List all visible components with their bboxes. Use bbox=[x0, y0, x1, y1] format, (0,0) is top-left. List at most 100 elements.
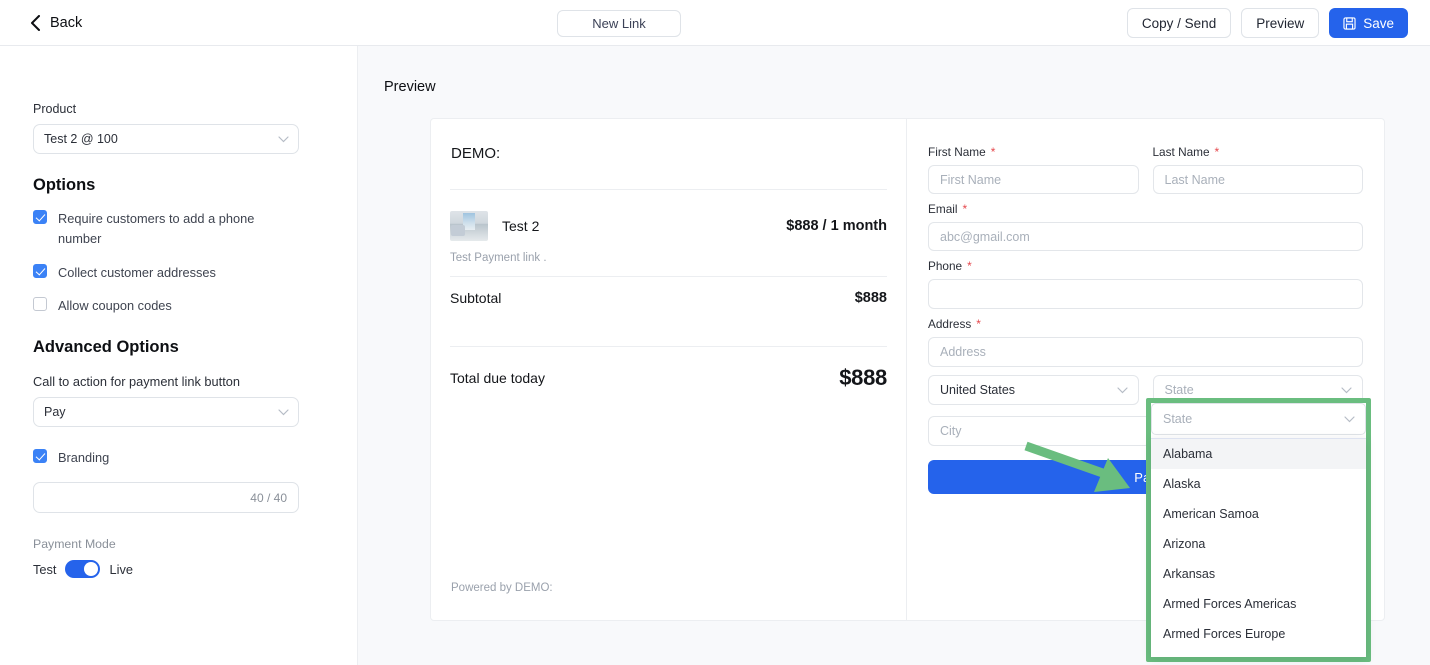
cta-select[interactable]: Pay bbox=[33, 397, 299, 428]
phone-input[interactable] bbox=[928, 279, 1363, 309]
first-name-placeholder: First Name bbox=[940, 172, 1002, 187]
powered-by-text: Powered by DEMO: bbox=[451, 582, 553, 594]
email-label: Email bbox=[928, 202, 958, 216]
top-toolbar-actions: Copy / Send Preview Save bbox=[1126, 8, 1408, 38]
state-option-armed-forces-americas[interactable]: Armed Forces Americas bbox=[1151, 589, 1366, 619]
last-name-input[interactable]: Last Name bbox=[1152, 165, 1363, 194]
option-require-phone[interactable]: Require customers to add a phone number bbox=[33, 209, 324, 249]
save-disk-icon bbox=[1343, 16, 1356, 30]
state-option-arizona[interactable]: Arizona bbox=[1151, 529, 1366, 559]
required-asterisk-icon: * bbox=[976, 317, 981, 331]
merchant-heading: DEMO: bbox=[451, 145, 501, 162]
settings-sidebar: Product Test 2 @ 100 Options Require cus… bbox=[0, 46, 358, 665]
options-section-title: Options bbox=[33, 176, 96, 194]
state-options-menu[interactable]: Alabama Alaska American Samoa Arizona Ar… bbox=[1151, 438, 1366, 657]
back-button[interactable]: Back bbox=[30, 14, 83, 31]
name-row: First Name * First Name Last Name * Last… bbox=[928, 145, 1363, 202]
total-row: Total due today $888 bbox=[450, 347, 887, 391]
state-option-american-samoa[interactable]: American Samoa bbox=[1151, 499, 1366, 529]
product-thumbnail-image bbox=[450, 211, 488, 241]
chevron-down-icon bbox=[1341, 387, 1352, 394]
state-option-alaska[interactable]: Alaska bbox=[1151, 469, 1366, 499]
payment-mode-live-label: Live bbox=[109, 561, 133, 577]
state-option-armed-forces-europe[interactable]: Armed Forces Europe bbox=[1151, 619, 1366, 649]
address-input[interactable]: Address bbox=[928, 337, 1363, 367]
email-input[interactable]: abc@gmail.com bbox=[928, 222, 1363, 251]
email-placeholder: abc@gmail.com bbox=[940, 229, 1030, 244]
chevron-down-icon bbox=[278, 409, 289, 416]
required-asterisk-icon: * bbox=[967, 259, 972, 273]
option-allow-coupons-label: Allow coupon codes bbox=[58, 298, 172, 314]
phone-label-row: Phone * bbox=[928, 259, 1363, 273]
first-name-label: First Name bbox=[928, 145, 986, 159]
required-asterisk-icon: * bbox=[990, 145, 996, 159]
email-label-row: Email * bbox=[928, 202, 1363, 216]
chevron-down-icon bbox=[1116, 387, 1128, 394]
phone-label: Phone bbox=[928, 259, 963, 273]
back-label: Back bbox=[50, 14, 83, 31]
payment-mode-label: Payment Mode bbox=[33, 537, 116, 552]
branding-text-input[interactable]: 40 / 40 bbox=[33, 482, 299, 514]
checkbox-checked-icon[interactable] bbox=[33, 210, 47, 224]
state-select-open-value: State bbox=[1163, 412, 1193, 426]
first-name-input[interactable]: First Name bbox=[928, 165, 1139, 194]
advanced-options-title: Advanced Options bbox=[33, 338, 179, 357]
checkbox-checked-icon[interactable] bbox=[33, 449, 47, 464]
option-allow-coupons[interactable]: Allow coupon codes bbox=[33, 296, 324, 316]
last-name-group: Last Name * Last Name bbox=[1152, 145, 1364, 194]
country-state-row: United States State bbox=[928, 375, 1363, 405]
option-branding-label: Branding bbox=[58, 450, 110, 466]
product-line-price: $888 / 1 month bbox=[786, 218, 887, 234]
state-select[interactable]: State bbox=[1152, 375, 1363, 405]
option-branding[interactable]: Branding bbox=[33, 448, 324, 468]
state-select-open[interactable]: State bbox=[1151, 403, 1366, 435]
payment-link-editor-screen: Back New Link Copy / Send Preview Save P… bbox=[0, 0, 1430, 665]
product-select-value: Test 2 @ 100 bbox=[44, 132, 118, 146]
first-name-label-row: First Name * bbox=[928, 145, 1139, 159]
product-label: Product bbox=[33, 102, 77, 116]
chevron-down-icon bbox=[1344, 416, 1355, 423]
total-value: $888 bbox=[839, 365, 887, 390]
state-select-value: State bbox=[1164, 383, 1194, 397]
toggle-knob bbox=[84, 562, 99, 577]
page-title: Preview bbox=[384, 79, 436, 95]
subtotal-label: Subtotal bbox=[450, 290, 502, 306]
product-description: Test Payment link . bbox=[450, 252, 547, 264]
subtotal-row: Subtotal $888 bbox=[450, 277, 887, 319]
product-select[interactable]: Test 2 @ 100 bbox=[33, 124, 299, 154]
payment-mode-toggle[interactable] bbox=[65, 560, 101, 579]
subtotal-value: $888 bbox=[854, 290, 887, 306]
divider bbox=[450, 189, 887, 190]
state-option-arkansas[interactable]: Arkansas bbox=[1151, 559, 1366, 589]
email-group: Email * abc@gmail.com bbox=[928, 202, 1363, 251]
payment-mode-test-label: Test bbox=[33, 561, 57, 577]
product-line-item: Test 2 $888 / 1 month bbox=[450, 211, 887, 241]
address-group: Address * Address bbox=[928, 317, 1363, 367]
chevron-down-icon bbox=[278, 136, 289, 143]
option-collect-addresses[interactable]: Collect customer addresses bbox=[33, 263, 324, 283]
checkbox-checked-icon[interactable] bbox=[33, 263, 47, 278]
first-name-group: First Name * First Name bbox=[928, 145, 1139, 194]
last-name-label-row: Last Name * bbox=[1153, 145, 1364, 159]
city-placeholder: City bbox=[940, 424, 962, 438]
order-summary: DEMO: Test 2 $888 / 1 month Test Payment… bbox=[431, 119, 907, 620]
payment-mode-row: Test Live bbox=[33, 560, 324, 579]
checkbox-unchecked-icon[interactable] bbox=[33, 297, 47, 312]
save-button[interactable]: Save bbox=[1329, 8, 1408, 38]
address-placeholder: Address bbox=[940, 345, 986, 359]
required-asterisk-icon: * bbox=[962, 202, 968, 216]
country-select-value: United States bbox=[940, 383, 1016, 397]
new-link-button[interactable]: New Link bbox=[557, 10, 681, 37]
city-input[interactable]: City bbox=[928, 416, 1151, 446]
product-line-name: Test 2 bbox=[502, 218, 540, 234]
address-label: Address bbox=[928, 317, 972, 331]
country-select[interactable]: United States bbox=[928, 375, 1139, 405]
save-label: Save bbox=[1363, 15, 1394, 31]
state-option-alabama[interactable]: Alabama bbox=[1151, 439, 1366, 469]
new-link-wrapper: New Link bbox=[557, 10, 681, 37]
preview-button[interactable]: Preview bbox=[1241, 8, 1320, 38]
option-require-phone-label: Require customers to add a phone number bbox=[58, 211, 255, 246]
total-label: Total due today bbox=[450, 370, 545, 386]
copy-send-button[interactable]: Copy / Send bbox=[1126, 8, 1232, 38]
last-name-label: Last Name bbox=[1152, 145, 1210, 159]
